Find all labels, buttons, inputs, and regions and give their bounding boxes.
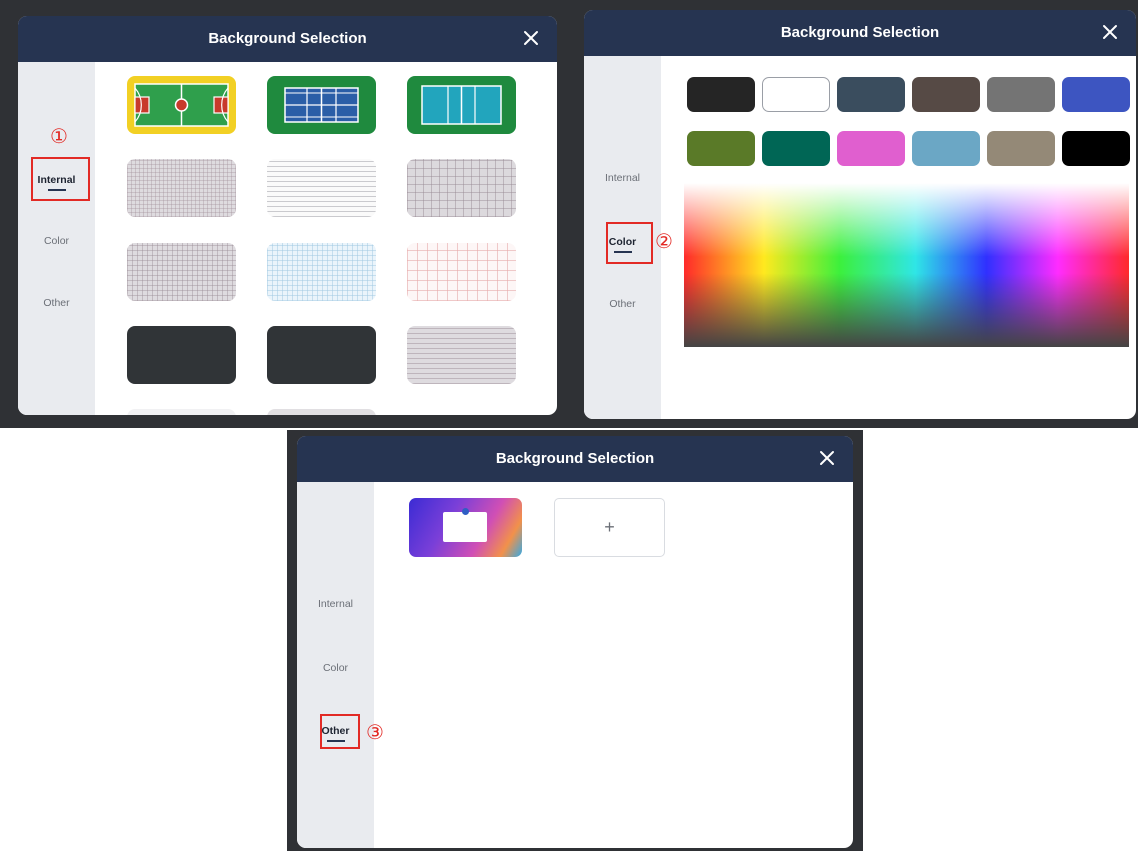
- step-marker-1: ①: [50, 124, 68, 148]
- thumbnail-volleyball-court[interactable]: [407, 76, 516, 134]
- thumbnail-dark-board[interactable]: [267, 326, 376, 384]
- thumbnail-partial[interactable]: [127, 409, 236, 415]
- color-swatch[interactable]: [987, 131, 1055, 166]
- highlight-box: [320, 714, 360, 749]
- color-swatch[interactable]: [837, 131, 905, 166]
- step-marker-3: ③: [366, 720, 384, 744]
- dialog-title: Background Selection: [780, 24, 940, 41]
- tab-color[interactable]: Color: [18, 235, 95, 247]
- thumbnail-partial[interactable]: [267, 409, 376, 415]
- color-spectrum-picker[interactable]: [684, 183, 1129, 347]
- titlebar: Background Selection: [297, 436, 853, 482]
- background-dialog: Background Selection Internal Color Othe…: [18, 16, 557, 415]
- close-icon[interactable]: [1098, 20, 1122, 44]
- color-swatch[interactable]: [1062, 131, 1130, 166]
- internal-panel: Background Selection Internal Color Othe…: [0, 0, 571, 428]
- sidebar: Internal Color Other: [18, 62, 95, 415]
- background-dialog: Background Selection Internal Color Othe…: [297, 436, 853, 848]
- screen-preview: [443, 512, 487, 542]
- color-swatch[interactable]: [912, 131, 980, 166]
- color-swatch[interactable]: [987, 77, 1055, 112]
- tab-color[interactable]: Color: [297, 662, 374, 674]
- highlight-box: [606, 222, 653, 264]
- thumbnail-light-blue-grid[interactable]: [267, 243, 376, 301]
- tab-other[interactable]: Other: [584, 298, 661, 310]
- color-swatch[interactable]: [1062, 77, 1130, 112]
- dialog-title: Background Selection: [495, 450, 655, 467]
- background-dialog: Background Selection Internal Color Othe…: [584, 10, 1136, 419]
- thumbnail-dark-board[interactable]: [127, 326, 236, 384]
- color-swatch[interactable]: [762, 77, 830, 112]
- color-swatch[interactable]: [837, 77, 905, 112]
- color-swatch[interactable]: [687, 131, 755, 166]
- app-icon: [462, 508, 469, 515]
- thumbnail-gray-dense-grid[interactable]: [127, 243, 236, 301]
- thumbnail-gray-fine-grid[interactable]: [127, 159, 236, 217]
- sidebar: Internal Color Other: [297, 482, 374, 848]
- dialog-title: Background Selection: [208, 30, 367, 47]
- thumbnail-white-ruled-lines[interactable]: [267, 159, 376, 217]
- step-marker-2: ②: [655, 229, 673, 253]
- tab-internal[interactable]: Internal: [297, 598, 374, 610]
- thumbnail-pink-grid[interactable]: [407, 243, 516, 301]
- thumbnail-gray-ruled-lines[interactable]: [407, 326, 516, 384]
- tab-other[interactable]: Other: [18, 297, 95, 309]
- custom-background-thumbnail[interactable]: [409, 498, 522, 557]
- add-background-button[interactable]: +: [554, 498, 665, 557]
- thumbnail-badminton-court[interactable]: [267, 76, 376, 134]
- color-panel: Background Selection Internal Color Othe…: [571, 0, 1138, 428]
- close-icon[interactable]: [815, 446, 839, 470]
- close-icon[interactable]: [519, 26, 543, 50]
- thumbnail-gray-large-grid[interactable]: [407, 159, 516, 217]
- highlight-box: [31, 157, 90, 201]
- tab-internal[interactable]: Internal: [584, 172, 661, 184]
- color-swatch[interactable]: [687, 77, 755, 112]
- other-panel: Background Selection Internal Color Othe…: [287, 430, 863, 851]
- color-swatch[interactable]: [912, 77, 980, 112]
- thumbnail-basketball-court[interactable]: [127, 76, 236, 134]
- titlebar: Background Selection: [584, 10, 1136, 56]
- titlebar: Background Selection: [18, 16, 557, 62]
- color-swatch[interactable]: [762, 131, 830, 166]
